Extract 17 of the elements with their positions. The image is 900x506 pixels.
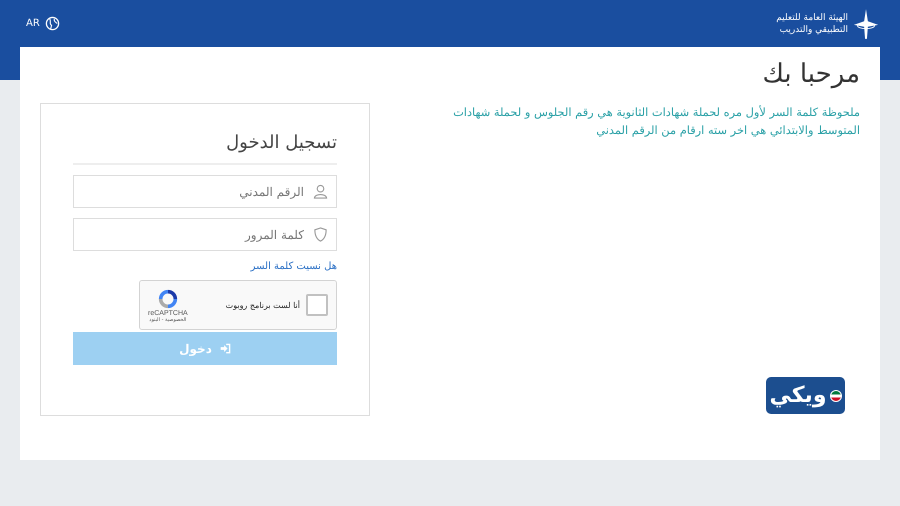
input-field[interactable]: كلمة المرور <box>73 218 337 251</box>
flag-icon <box>830 390 842 402</box>
forgot-password-link[interactable]: هل نسيت كلمة السر <box>73 261 337 272</box>
org-name: الهيئة العامة للتعليم <box>776 12 848 24</box>
input-field[interactable]: الرقم المدني <box>73 175 337 208</box>
globe-icon <box>44 16 60 31</box>
recaptcha-icon <box>156 288 179 310</box>
sign-in-icon <box>220 343 231 354</box>
page-title: مرحبا بك <box>761 59 860 89</box>
captcha-label: أنا لست برنامج روبوت <box>224 300 300 310</box>
language-button[interactable]: AR <box>26 16 60 31</box>
tower-emblem-icon <box>852 8 880 40</box>
captcha-checkbox[interactable] <box>306 294 328 316</box>
wiki-logo[interactable]: ويكي <box>766 377 845 414</box>
org-name: التطبيقي والتدريب <box>778 24 848 36</box>
note-text: ملحوظة كلمة السر لأول مره لحملة شهادات الثانوية هي رقم الجلوس و لحملة شهادات المتوسط والابتدائي هي اخر سته ارقام من الرقم المدني <box>452 104 860 139</box>
login-title: تسجيل الدخول <box>73 132 337 165</box>
